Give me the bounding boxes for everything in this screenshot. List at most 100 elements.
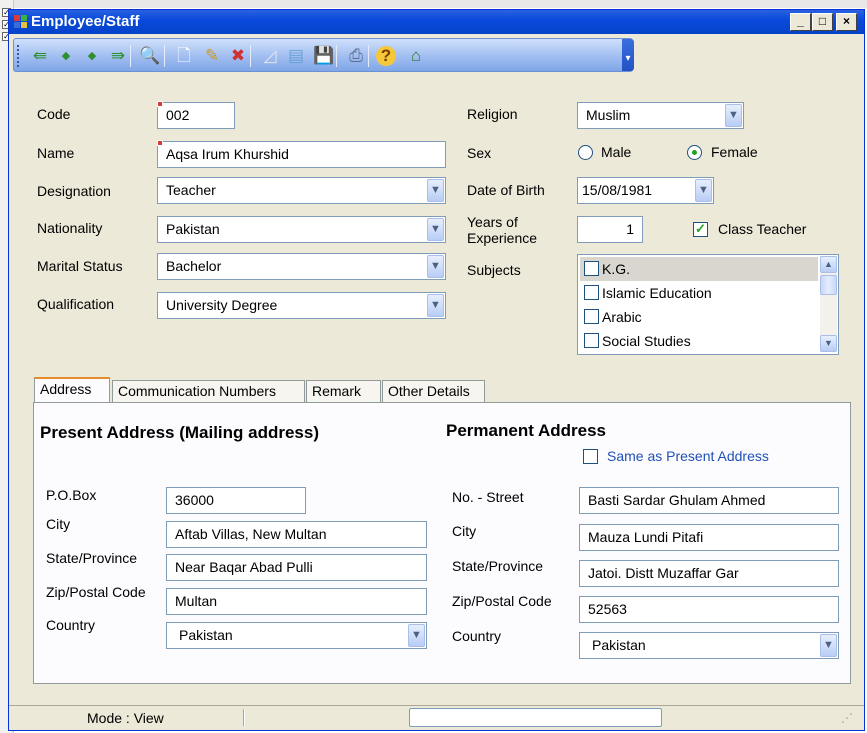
help-icon[interactable]: ? [376,46,396,66]
subject-label: K.G. [602,261,631,277]
chevron-down-icon[interactable]: ▼ [427,179,444,202]
tab-other-details[interactable]: Other Details [382,380,485,402]
same-as-present-checkbox[interactable] [583,449,598,464]
designation-select[interactable]: Teacher ▼ [157,177,446,204]
same-as-present-label[interactable]: Same as Present Address [607,448,769,464]
street-input[interactable]: Basti Sardar Ghulam Ahmed [579,487,839,514]
permanent-zip-input[interactable]: 52563 [579,596,839,623]
print-icon[interactable]: ⎙ [344,44,368,68]
date-of-birth-picker[interactable]: 15/08/1981 ▼ [577,177,714,204]
qualification-select[interactable]: University Degree ▼ [157,292,446,319]
maximize-icon: □ [818,14,827,28]
minimize-icon: _ [797,14,804,28]
code-label: Code [37,106,71,122]
subjects-list[interactable]: K.G. Islamic Education Arabic Social Studie… [577,254,839,355]
new-record-icon[interactable]: 🗋 [172,44,196,68]
permanent-city-label: City [452,523,477,539]
nationality-select[interactable]: Pakistan ▼ [157,216,446,243]
date-of-birth-value: 15/08/1981 [582,182,653,198]
resize-grip-icon[interactable]: ⋰ [841,711,853,725]
present-address-heading: Present Address (Mailing address) [40,423,320,442]
present-state-input[interactable]: Near Baqar Abad Pulli [166,554,427,581]
qualification-label: Qualification [37,296,115,312]
nationality-label: Nationality [37,220,103,236]
present-zip-input[interactable]: Multan [166,588,427,615]
toolbar-separator [130,45,131,67]
chevron-down-icon[interactable]: ▼ [427,218,444,241]
religion-select[interactable]: Muslim ▼ [577,102,744,129]
toolbar-grip[interactable] [17,45,20,67]
title-bar[interactable]: Employee/Staff _ □ × [9,10,864,34]
toolbar-overflow-icon[interactable]: ▾ [622,39,634,71]
sex-female-radio[interactable] [687,145,702,160]
sex-male-radio[interactable] [578,145,593,160]
tab-communication-numbers[interactable]: Communication Numbers [112,380,305,402]
chevron-down-icon[interactable]: ▼ [427,255,444,278]
first-record-icon[interactable]: ⇚ [28,44,52,68]
name-input[interactable]: Aqsa Irum Khurshid [157,141,446,168]
permanent-state-input[interactable]: Jatoi. Distt Muzaffar Gar [579,560,839,587]
years-of-experience-input[interactable]: 1 [577,216,643,243]
save-icon[interactable]: 💾 [312,44,336,68]
subject-checkbox[interactable] [584,333,599,348]
chevron-down-icon[interactable]: ▼ [408,624,425,647]
po-box-input[interactable]: 36000 [166,487,306,514]
present-country-label: Country [46,617,96,633]
present-country-select[interactable]: Pakistan ▼ [166,622,427,649]
tab-address[interactable]: Address [34,377,110,402]
chevron-down-icon[interactable]: ▼ [427,294,444,317]
subjects-scrollbar[interactable]: ▲ ▼ [820,256,837,352]
marital-status-label: Marital Status [37,258,123,274]
present-city-label: City [46,516,71,532]
previous-record-icon[interactable]: ◆ [54,44,78,68]
required-marker-icon [157,101,163,107]
toolbar-separator [164,45,165,67]
maximize-button[interactable]: □ [812,13,833,31]
subject-checkbox[interactable] [584,309,599,324]
present-zip-label: Zip/Postal Code [46,584,146,600]
permanent-address-heading: Permanent Address [446,421,606,440]
search-icon[interactable]: 🔍 [138,44,162,68]
subjects-label: Subjects [467,262,521,278]
background-app-strip [0,0,867,8]
delete-record-icon[interactable]: ✖ [226,44,250,68]
present-city-input[interactable]: Aftab Villas, New Multan [166,521,427,548]
last-record-icon[interactable]: ⇛ [106,44,130,68]
chevron-down-icon[interactable]: ▼ [820,634,837,657]
next-record-icon[interactable]: ◆ [80,44,104,68]
class-teacher-label[interactable]: Class Teacher [718,221,806,237]
subject-item[interactable]: Islamic Education [580,281,818,305]
undo-icon[interactable]: ◿ [258,44,282,68]
subject-item[interactable]: K.G. [580,257,818,281]
permanent-country-select[interactable]: Pakistan ▼ [579,632,839,659]
home-icon[interactable]: ⌂ [404,44,428,68]
scroll-down-icon[interactable]: ▼ [820,335,837,352]
class-teacher-checkbox[interactable]: ✓ [693,222,708,237]
close-button[interactable]: × [836,13,857,31]
permanent-country-value: Pakistan [592,637,646,653]
years-of-experience-label-line1: Years of [467,214,518,230]
sex-female-label[interactable]: Female [711,144,758,160]
scroll-up-icon[interactable]: ▲ [820,256,837,273]
po-box-label: P.O.Box [46,487,97,503]
subject-item[interactable]: Social Studies [580,329,818,353]
browse-icon[interactable]: ▤ [284,44,308,68]
scroll-thumb[interactable] [820,275,837,295]
years-of-experience-label-line2: Experience [467,230,538,246]
present-country-value: Pakistan [179,627,233,643]
name-label: Name [37,145,75,161]
minimize-button[interactable]: _ [790,13,811,31]
toolbar-separator [250,45,251,67]
sex-male-label[interactable]: Male [601,144,631,160]
permanent-state-label: State/Province [452,558,544,574]
tab-remark[interactable]: Remark [306,380,381,402]
subject-item[interactable]: Arabic [580,305,818,329]
chevron-down-icon[interactable]: ▼ [695,179,712,202]
subject-checkbox[interactable] [584,285,599,300]
permanent-city-input[interactable]: Mauza Lundi Pitafi [579,524,839,551]
marital-status-select[interactable]: Bachelor ▼ [157,253,446,280]
edit-record-icon[interactable]: ✎ [200,44,224,68]
chevron-down-icon[interactable]: ▼ [725,104,742,127]
code-input[interactable]: 002 [157,102,235,129]
subject-checkbox[interactable] [584,261,599,276]
